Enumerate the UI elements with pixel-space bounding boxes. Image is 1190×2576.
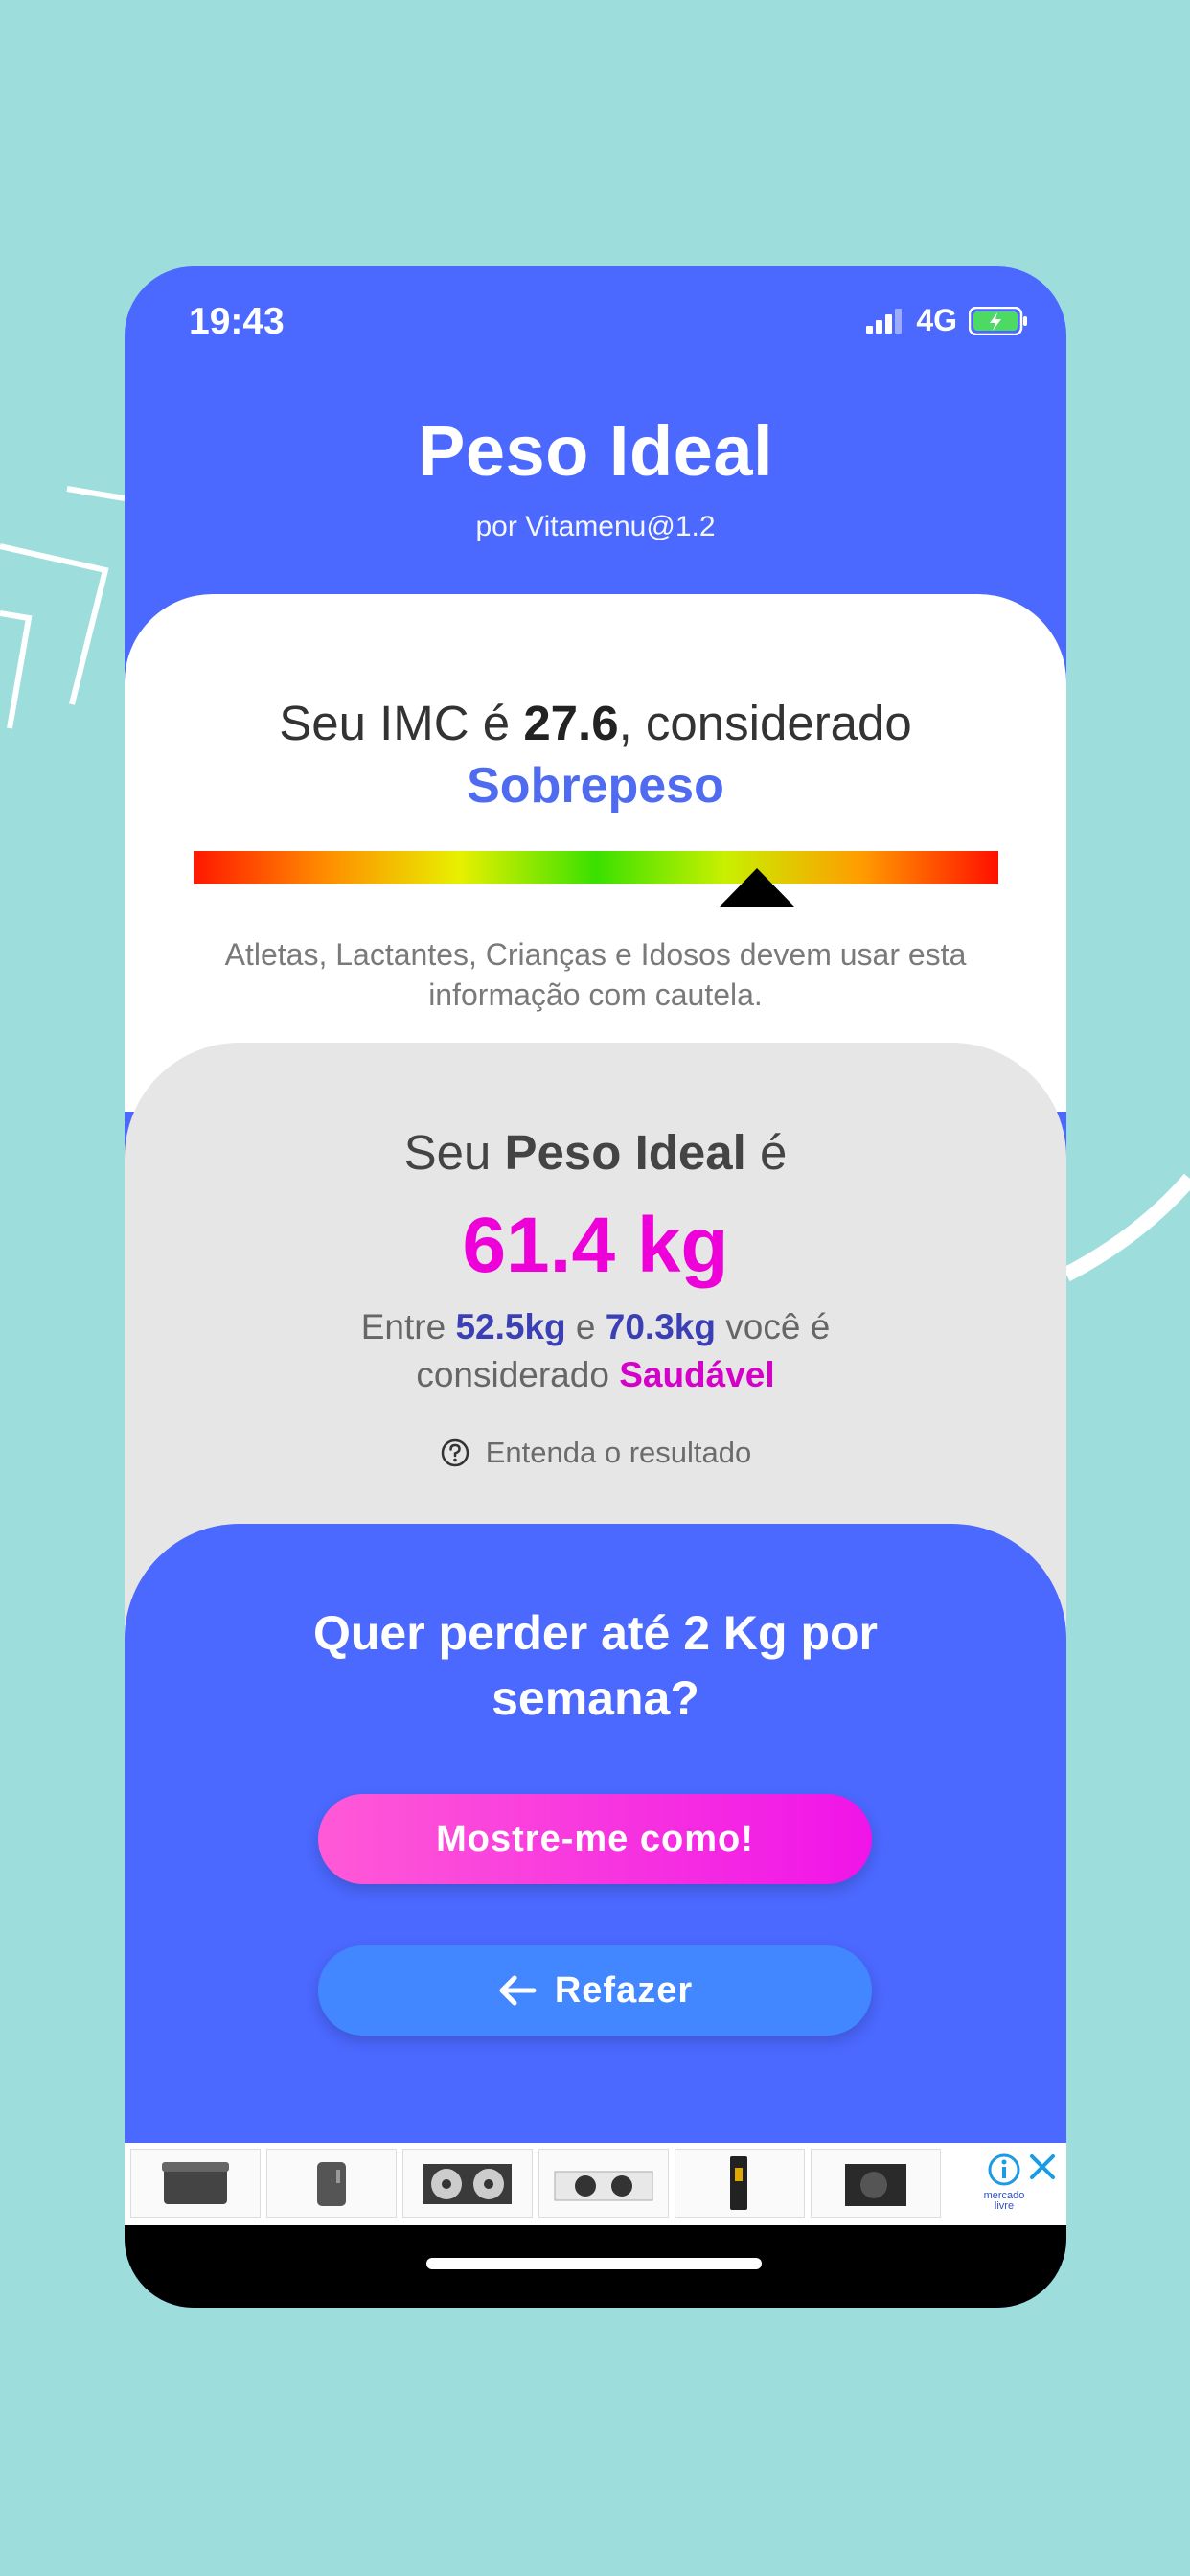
battery-charging-icon xyxy=(969,306,1027,335)
app-title: Peso Ideal xyxy=(417,411,774,491)
cta-question: Quer perder até 2 Kg por semana? xyxy=(312,1606,879,1725)
understand-result-link[interactable]: Entenda o resultado xyxy=(125,1436,1066,1470)
bottom-bar xyxy=(125,2225,1066,2308)
ad-info-icon[interactable] xyxy=(987,2152,1021,2187)
imc-card: Seu IMC é 27.6, considerado Sobrepeso At… xyxy=(125,594,1066,1112)
condenser-unit-icon xyxy=(554,2171,653,2201)
range-mid: e xyxy=(565,1307,606,1346)
help-circle-icon xyxy=(441,1438,469,1467)
app-header: Peso Ideal por Vitamenu@1.2 xyxy=(125,410,1066,543)
ad-product-cabinet[interactable] xyxy=(675,2149,805,2218)
ad-product-fans[interactable] xyxy=(402,2149,533,2218)
imc-warning: Atletas, Lactantes, Crianças e Idosos de… xyxy=(224,937,967,1012)
fan-unit-icon xyxy=(423,2164,512,2204)
ideal-label: Peso Ideal xyxy=(504,1125,746,1180)
phone-screen: 19:43 4G Peso Ideal por Vitamenu@1.2 Seu… xyxy=(125,266,1066,2308)
range-prefix: Entre xyxy=(360,1307,456,1346)
ad-product-condenser[interactable] xyxy=(538,2149,669,2218)
tall-cabinet-icon xyxy=(730,2156,747,2210)
cooler-box-icon xyxy=(162,2162,229,2204)
network-type: 4G xyxy=(916,303,957,337)
range-status: Saudável xyxy=(619,1355,775,1394)
app-subtitle: por Vitamenu@1.2 xyxy=(475,511,716,542)
imc-scale-bar xyxy=(194,851,998,884)
help-link-label: Entenda o resultado xyxy=(485,1436,752,1469)
imc-pointer-icon xyxy=(720,868,794,907)
compressor-unit-icon xyxy=(845,2164,906,2206)
home-indicator[interactable] xyxy=(426,2258,762,2269)
ideal-suffix: é xyxy=(745,1125,788,1180)
ideal-prefix: Seu xyxy=(403,1125,505,1180)
ad-brand-logo: mercado livre xyxy=(983,2190,1025,2212)
show-me-how-label: Mostre-me como! xyxy=(436,1818,754,1859)
status-right: 4G xyxy=(866,303,1028,338)
imc-value: 27.6 xyxy=(523,696,619,750)
ideal-weight-value: 61.4 kg xyxy=(462,1202,729,1289)
redo-label: Refazer xyxy=(554,1969,694,2011)
arrow-left-icon xyxy=(499,1975,537,2006)
ad-product-fridge[interactable] xyxy=(266,2149,397,2218)
mini-fridge-icon xyxy=(317,2162,346,2206)
imc-classification: Sobrepeso xyxy=(467,758,724,814)
ideal-weight-line: Seu Peso Ideal é xyxy=(125,1124,1066,1181)
signal-icon xyxy=(866,308,903,334)
show-me-how-button[interactable]: Mostre-me como! xyxy=(318,1794,872,1884)
ideal-weight-range: Entre 52.5kg e 70.3kg você é considerado… xyxy=(268,1303,923,1399)
ad-product-compressor[interactable] xyxy=(811,2149,941,2218)
status-time: 19:43 xyxy=(189,301,285,342)
ad-close-icon[interactable] xyxy=(1026,2150,1059,2183)
imc-suffix: , considerado xyxy=(618,696,912,750)
cta-card: Quer perder até 2 Kg por semana? Mostre-… xyxy=(125,1524,1066,2147)
imc-result-line: Seu IMC é 27.6, considerado xyxy=(125,695,1066,751)
range-max: 70.3kg xyxy=(605,1307,716,1346)
range-min: 52.5kg xyxy=(455,1307,566,1346)
ad-product-cooler[interactable] xyxy=(130,2149,261,2218)
imc-prefix: Seu IMC é xyxy=(279,696,524,750)
status-bar: 19:43 4G xyxy=(125,266,1066,381)
redo-button[interactable]: Refazer xyxy=(318,1945,872,2036)
ad-banner[interactable]: mercado livre xyxy=(125,2143,1066,2225)
